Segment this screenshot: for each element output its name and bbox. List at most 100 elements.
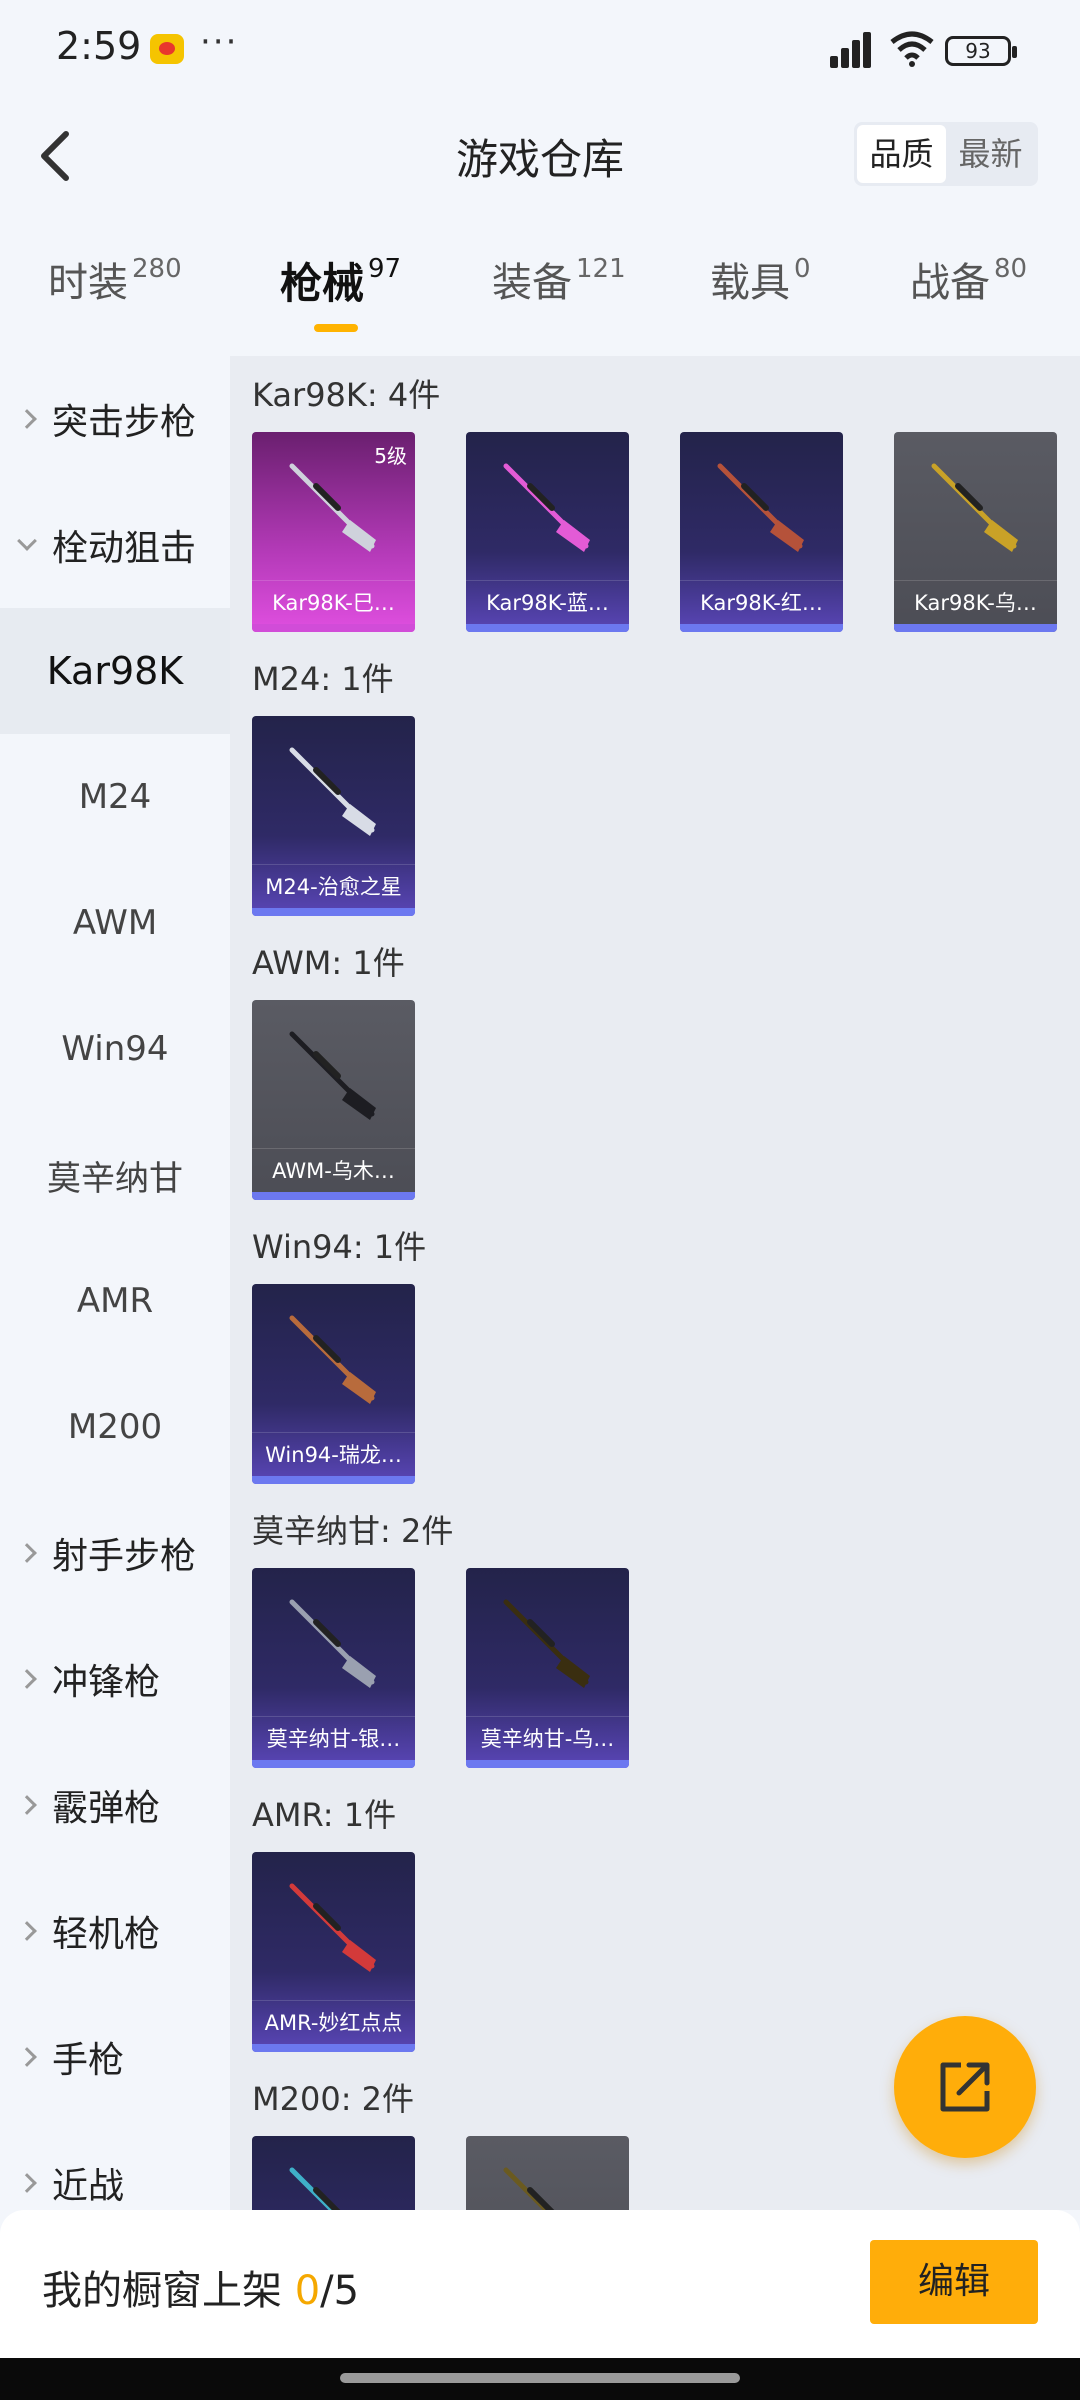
weapon-name: Kar98K-红… [680, 580, 843, 624]
rarity-bar [252, 624, 415, 632]
weapon-name: M24-治愈之星 [252, 864, 415, 908]
rarity-bar [680, 624, 843, 632]
weapon-card[interactable]: AWM-乌木… [252, 1000, 415, 1200]
tab-fashion[interactable]: 时装 280 [48, 250, 182, 350]
rifle-icon [289, 1031, 376, 1120]
sidebar-item-label: 射手步枪 [52, 1536, 197, 1577]
sidebar-item-pistols[interactable]: 手枪 [0, 1994, 230, 2120]
weapon-name: AWM-乌木… [252, 1148, 415, 1192]
tab-equipment[interactable]: 装备 121 [492, 250, 626, 350]
chevron-right-icon [17, 409, 37, 429]
weapon-card[interactable]: Kar98K-蓝… [466, 432, 629, 632]
sidebar-item-awm[interactable]: AWM [0, 860, 230, 986]
weapon-card[interactable]: 莫辛纳甘-乌… [466, 1568, 629, 1768]
group-title: Win94: 1件 [252, 1228, 427, 1266]
sidebar-item-shotguns[interactable]: 霰弹枪 [0, 1742, 230, 1868]
rarity-bar [252, 1476, 415, 1484]
tab-label: 时装 [48, 260, 128, 306]
sidebar-item-marksman-rifles[interactable]: 射手步枪 [0, 1490, 230, 1616]
tab-count: 121 [576, 254, 626, 284]
sidebar-item-win94[interactable]: Win94 [0, 986, 230, 1112]
tab-label: 枪械 [280, 259, 365, 308]
rarity-bar [252, 908, 415, 916]
home-indicator[interactable] [340, 2373, 740, 2383]
sort-toggle: 品质 最新 [854, 122, 1038, 186]
weapon-card[interactable]: Kar98K-红… [680, 432, 843, 632]
tab-count: 0 [794, 254, 811, 284]
sort-by-latest-button[interactable]: 最新 [946, 125, 1035, 183]
weapon-card[interactable]: M24-治愈之星 [252, 716, 415, 916]
tab-label: 装备 [492, 260, 572, 306]
signal-icon [830, 30, 880, 68]
weapon-card[interactable]: AMR-妙红点点 [252, 1852, 415, 2052]
tab-label: 载具 [710, 260, 790, 306]
weapon-name: 莫辛纳甘-银… [252, 1716, 415, 1760]
status-time: 2:59 [56, 24, 142, 68]
tab-weapons[interactable]: 枪械 97 [280, 250, 401, 350]
sidebar-item-label: 突击步枪 [52, 402, 197, 443]
battery-icon: 93 [945, 36, 1017, 66]
sidebar-item-kar98k[interactable]: Kar98K [0, 608, 230, 734]
header: 游戏仓库 品质 最新 [0, 96, 1080, 216]
wifi-icon [890, 31, 934, 67]
chevron-down-icon [17, 531, 37, 551]
rarity-bar [252, 2044, 415, 2052]
rifle-icon [503, 1599, 590, 1688]
sort-by-quality-button[interactable]: 品质 [857, 125, 946, 183]
share-button[interactable] [894, 2016, 1036, 2158]
chevron-right-icon [17, 1921, 37, 1941]
sidebar-item-label: 近战 [52, 2166, 125, 2207]
weapon-card[interactable]: Win94-瑞龙… [252, 1284, 415, 1484]
group-title: Kar98K: 4件 [252, 376, 441, 414]
tab-count: 280 [132, 254, 182, 284]
weapon-grid: Kar98K: 4件 5级 Kar98K-巳… Kar98K-蓝… Kar98K-红… K… [230, 356, 1080, 2210]
tab-supplies[interactable]: 战备 80 [910, 250, 1027, 350]
weapon-card[interactable]: Kar98K-乌… [894, 432, 1057, 632]
weapon-name: Kar98K-巳… [252, 580, 415, 624]
sidebar-item-m200[interactable]: M200 [0, 1364, 230, 1490]
sidebar-item-mosin[interactable]: 莫辛纳甘 [0, 1112, 230, 1238]
weapon-category-sidebar: 突击步枪 栓动狙击 Kar98K M24 AWM Win94 莫辛纳甘 AMR … [0, 356, 230, 2210]
weapon-card[interactable] [466, 2136, 629, 2210]
rifle-icon [503, 2167, 555, 2210]
tab-vehicles[interactable]: 载具 0 [710, 250, 811, 350]
weapon-name: Win94-瑞龙… [252, 1432, 415, 1476]
showcase-current-count: 0 [294, 2268, 321, 2314]
sidebar-item-lmg[interactable]: 轻机枪 [0, 1868, 230, 1994]
weapon-name: AMR-妙红点点 [252, 2000, 415, 2044]
edit-button[interactable]: 编辑 [870, 2240, 1038, 2324]
sidebar-item-amr[interactable]: AMR [0, 1238, 230, 1364]
weapon-card[interactable] [252, 2136, 415, 2210]
sidebar-item-label: 轻机枪 [52, 1914, 161, 1955]
tab-count: 97 [368, 254, 402, 284]
rarity-bar [252, 1192, 415, 1200]
tab-count: 80 [994, 254, 1028, 284]
rarity-bar [466, 1760, 629, 1768]
sidebar-item-label: 手枪 [52, 2040, 125, 2081]
weibo-notification-icon [150, 34, 184, 64]
rarity-bar [894, 624, 1057, 632]
sidebar-item-label: 霰弹枪 [52, 1788, 161, 1829]
rarity-bar [252, 1760, 415, 1768]
category-tabs: 时装 280 枪械 97 装备 121 载具 0 战备 80 [0, 250, 1080, 350]
showcase-bar: 我的橱窗上架 0/5 编辑 [0, 2210, 1080, 2358]
rifle-icon [289, 2167, 341, 2210]
sidebar-item-assault-rifles[interactable]: 突击步枪 [0, 356, 230, 482]
sidebar-item-smg[interactable]: 冲锋枪 [0, 1616, 230, 1742]
system-nav-bar [0, 2358, 1080, 2400]
weapon-card[interactable]: 5级 Kar98K-巳… [252, 432, 415, 632]
showcase-status: 我的橱窗上架 0/5 [42, 2258, 359, 2316]
group-title: M24: 1件 [252, 660, 394, 698]
weapon-name: 莫辛纳甘-乌… [466, 1716, 629, 1760]
chevron-right-icon [17, 1543, 37, 1563]
group-title: AMR: 1件 [252, 1796, 397, 1834]
weapon-name: Kar98K-蓝… [466, 580, 629, 624]
sidebar-item-m24[interactable]: M24 [0, 734, 230, 860]
chevron-right-icon [17, 1795, 37, 1815]
sidebar-item-label: 栓动狙击 [52, 528, 197, 569]
chevron-right-icon [17, 2047, 37, 2067]
weapon-card[interactable]: 莫辛纳甘-银… [252, 1568, 415, 1768]
rifle-icon [717, 463, 804, 552]
sidebar-item-label: 冲锋枪 [52, 1662, 161, 1703]
sidebar-item-bolt-snipers[interactable]: 栓动狙击 [0, 482, 230, 608]
